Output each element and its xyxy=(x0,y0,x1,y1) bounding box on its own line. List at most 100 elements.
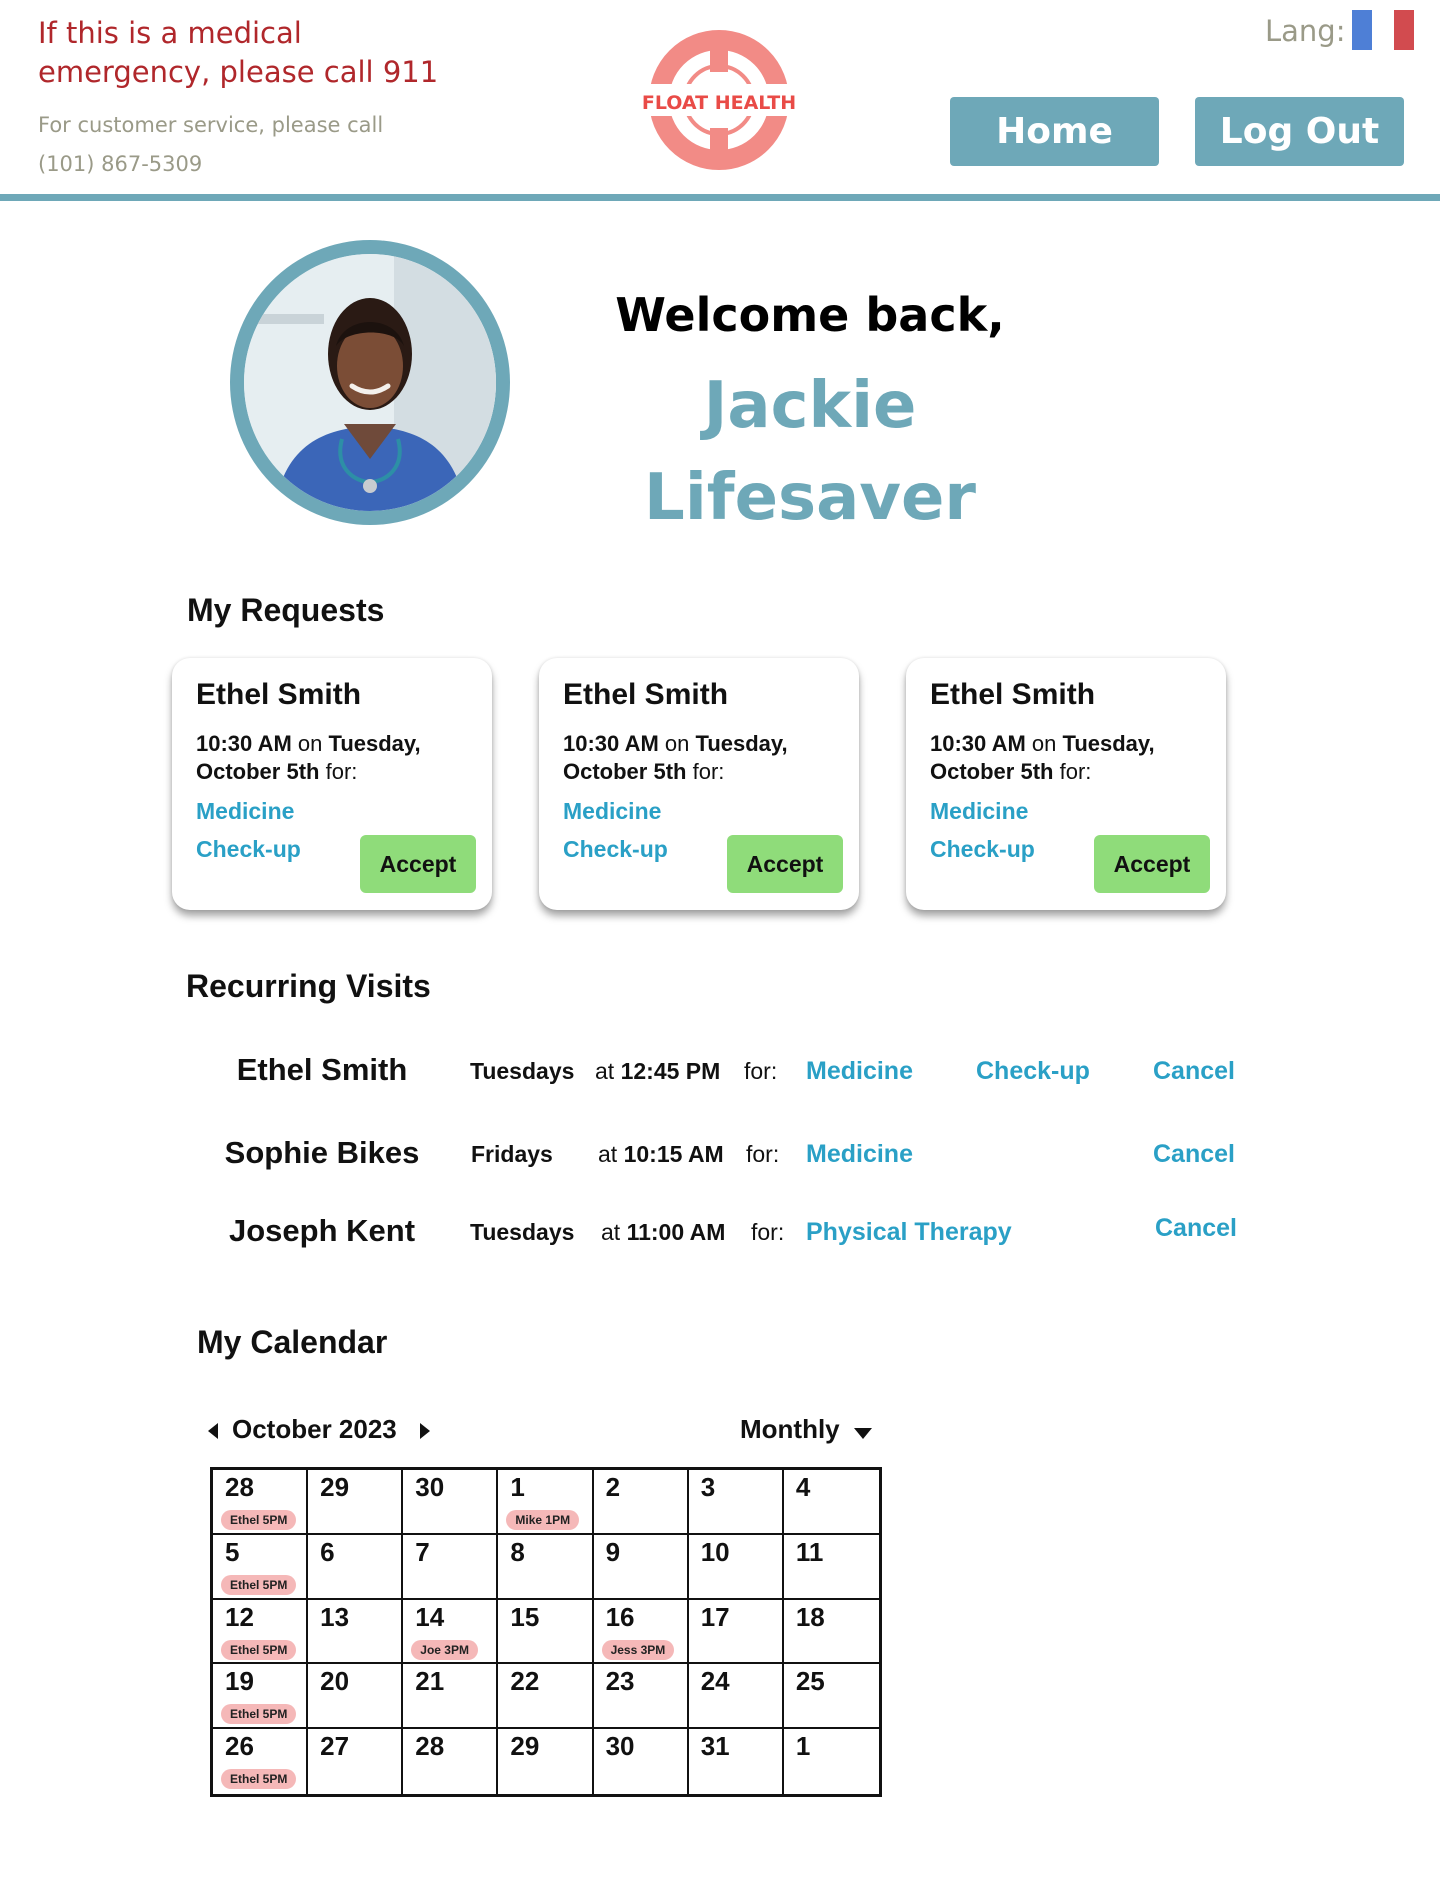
calendar-day-cell[interactable]: 10 xyxy=(688,1534,784,1600)
calendar-day-number: 1 xyxy=(510,1472,525,1502)
user-full-name: Jackie Lifesaver xyxy=(560,360,1060,544)
cancel-recurring-button[interactable]: Cancel xyxy=(1155,1214,1237,1243)
calendar-day-cell[interactable]: 19 Ethel 5PM xyxy=(213,1664,309,1730)
calendar-event-badge[interactable]: Ethel 5PM xyxy=(221,1639,297,1660)
calendar-day-cell[interactable]: 17 xyxy=(688,1599,784,1665)
logo-spoke-top xyxy=(710,32,728,72)
calendar-day-number: 28 xyxy=(415,1731,445,1762)
calendar-day-cell[interactable]: 18 xyxy=(783,1600,879,1665)
calendar-day-cell[interactable]: 21 xyxy=(403,1664,499,1730)
calendar-event-badge[interactable]: Jess 3PM xyxy=(601,1639,675,1660)
recurring-visit-row: Joseph Kent Tuesdays at 11:00 AM for: Ph… xyxy=(0,1213,1440,1263)
welcome-heading: Welcome back, xyxy=(615,288,1005,342)
calendar-day-cell[interactable]: 20 xyxy=(308,1664,404,1730)
calendar-day-number: 23 xyxy=(605,1666,635,1697)
request-service-medicine: Medicine xyxy=(930,798,1029,824)
request-on-label: on xyxy=(297,731,323,756)
cancel-recurring-button[interactable]: Cancel xyxy=(1153,1140,1235,1169)
recurring-time-value: 12:45 PM xyxy=(620,1058,721,1084)
home-button[interactable]: Home xyxy=(950,97,1159,166)
calendar-day-cell[interactable]: 24 xyxy=(688,1664,784,1730)
calendar-day-cell[interactable]: 12 Ethel 5PM xyxy=(213,1599,309,1665)
float-health-logo[interactable]: FLOAT HEALTH xyxy=(626,26,812,174)
calendar-day-cell[interactable]: 3 xyxy=(688,1470,784,1535)
calendar-event-badge[interactable]: Ethel 5PM xyxy=(221,1510,297,1530)
calendar-day-cell[interactable]: 16 Jess 3PM xyxy=(593,1599,689,1665)
calendar-day-cell[interactable]: 1 Mike 1PM xyxy=(498,1470,594,1535)
calendar-day-cell[interactable]: 30 xyxy=(594,1729,689,1794)
calendar-day-number: 8 xyxy=(510,1536,525,1567)
calendar-event-badge[interactable]: Ethel 5PM xyxy=(221,1769,297,1790)
recurring-patient-name: Joseph Kent xyxy=(228,1213,416,1248)
cancel-recurring-button[interactable]: Cancel xyxy=(1153,1057,1235,1086)
request-service-medicine: Medicine xyxy=(196,798,295,824)
user-first-name: Jackie xyxy=(703,369,917,443)
calendar-day-cell[interactable]: 9 xyxy=(593,1534,689,1600)
calendar-month-label: October 2023 xyxy=(232,1414,397,1444)
calendar-day-number: 26 xyxy=(225,1731,254,1762)
calendar-day-number: 30 xyxy=(605,1731,635,1762)
request-date: October 5th xyxy=(563,759,687,784)
calendar-day-number: 29 xyxy=(510,1731,540,1762)
request-service-checkup: Check-up xyxy=(563,836,668,862)
calendar-day-cell[interactable]: 31 xyxy=(689,1729,784,1794)
calendar-day-number: 21 xyxy=(415,1666,445,1697)
accept-request-button[interactable]: Accept xyxy=(1094,835,1210,893)
calendar-day-number: 3 xyxy=(700,1472,716,1502)
calendar-day-cell[interactable]: 29 xyxy=(308,1470,404,1535)
recurring-time-value: 11:00 AM xyxy=(626,1219,726,1245)
calendar-day-cell[interactable]: 30 xyxy=(403,1470,499,1535)
calendar-day-cell[interactable]: 15 xyxy=(498,1599,594,1665)
request-service-checkup: Check-up xyxy=(196,836,301,862)
calendar-day-cell[interactable]: 4 xyxy=(783,1470,879,1535)
accept-request-button[interactable]: Accept xyxy=(727,835,843,893)
flag-red-stripe[interactable] xyxy=(1394,10,1414,50)
chevron-down-icon[interactable] xyxy=(854,1428,872,1439)
request-for-label: for: xyxy=(325,759,358,784)
request-patient-name: Ethel Smith xyxy=(563,678,729,711)
calendar-day-number: 13 xyxy=(320,1601,350,1632)
calendar-day-cell[interactable]: 5 Ethel 5PM xyxy=(213,1534,309,1600)
previous-month-icon[interactable] xyxy=(208,1423,218,1439)
calendar-day-cell[interactable]: 13 xyxy=(308,1599,404,1665)
next-month-icon[interactable] xyxy=(420,1423,430,1439)
my-requests-title: My Requests xyxy=(187,592,385,628)
flag-blue-stripe[interactable] xyxy=(1352,10,1372,50)
recurring-time: at 10:15 AM xyxy=(598,1141,724,1168)
calendar-day-cell[interactable]: 25 xyxy=(783,1664,879,1730)
recurring-day: Tuesdays xyxy=(470,1219,575,1245)
calendar-day-number: 25 xyxy=(795,1666,825,1697)
calendar-day-number: 7 xyxy=(415,1536,430,1567)
calendar-day-cell[interactable]: 1 xyxy=(784,1729,879,1794)
calendar-day-cell[interactable]: 28 xyxy=(403,1729,499,1794)
calendar-day-cell[interactable]: 7 xyxy=(403,1534,499,1600)
nurse-portrait-illustration xyxy=(244,254,496,511)
calendar-day-cell[interactable]: 11 xyxy=(783,1535,879,1600)
calendar-event-badge[interactable]: Ethel 5PM xyxy=(221,1574,297,1595)
request-day: Tuesday, xyxy=(695,731,788,756)
calendar-day-number: 2 xyxy=(605,1472,621,1502)
calendar-day-cell[interactable]: 6 xyxy=(308,1534,404,1600)
calendar-day-number: 9 xyxy=(605,1536,621,1567)
calendar-day-cell[interactable]: 23 xyxy=(593,1664,689,1730)
calendar-day-cell[interactable]: 26 Ethel 5PM xyxy=(213,1729,309,1794)
calendar-day-cell[interactable]: 27 xyxy=(308,1729,404,1794)
calendar-day-number: 1 xyxy=(795,1731,811,1762)
calendar-day-number: 18 xyxy=(795,1601,825,1632)
calendar-day-cell[interactable]: 14 Joe 3PM xyxy=(403,1599,499,1665)
request-card: Ethel Smith 10:30 AM on Tuesday, October… xyxy=(906,658,1226,910)
calendar-day-cell[interactable]: 29 xyxy=(498,1729,594,1794)
accept-request-button[interactable]: Accept xyxy=(360,835,476,893)
recurring-time: at 12:45 PM xyxy=(595,1058,720,1085)
calendar-day-cell[interactable]: 22 xyxy=(498,1664,594,1730)
calendar-day-cell[interactable]: 8 xyxy=(498,1534,594,1600)
calendar-event-badge[interactable]: Joe 3PM xyxy=(411,1639,478,1660)
request-schedule: 10:30 AM on Tuesday, October 5th for: xyxy=(563,730,843,786)
calendar-event-badge[interactable]: Mike 1PM xyxy=(506,1510,580,1530)
request-for-label: for: xyxy=(692,759,725,784)
logout-button[interactable]: Log Out xyxy=(1195,97,1404,166)
calendar-day-cell[interactable]: 2 xyxy=(593,1470,689,1535)
calendar-view-select[interactable]: Monthly xyxy=(740,1414,840,1445)
calendar-event-badge[interactable]: Ethel 5PM xyxy=(221,1704,297,1725)
calendar-day-cell[interactable]: 28 Ethel 5PM xyxy=(213,1470,309,1535)
